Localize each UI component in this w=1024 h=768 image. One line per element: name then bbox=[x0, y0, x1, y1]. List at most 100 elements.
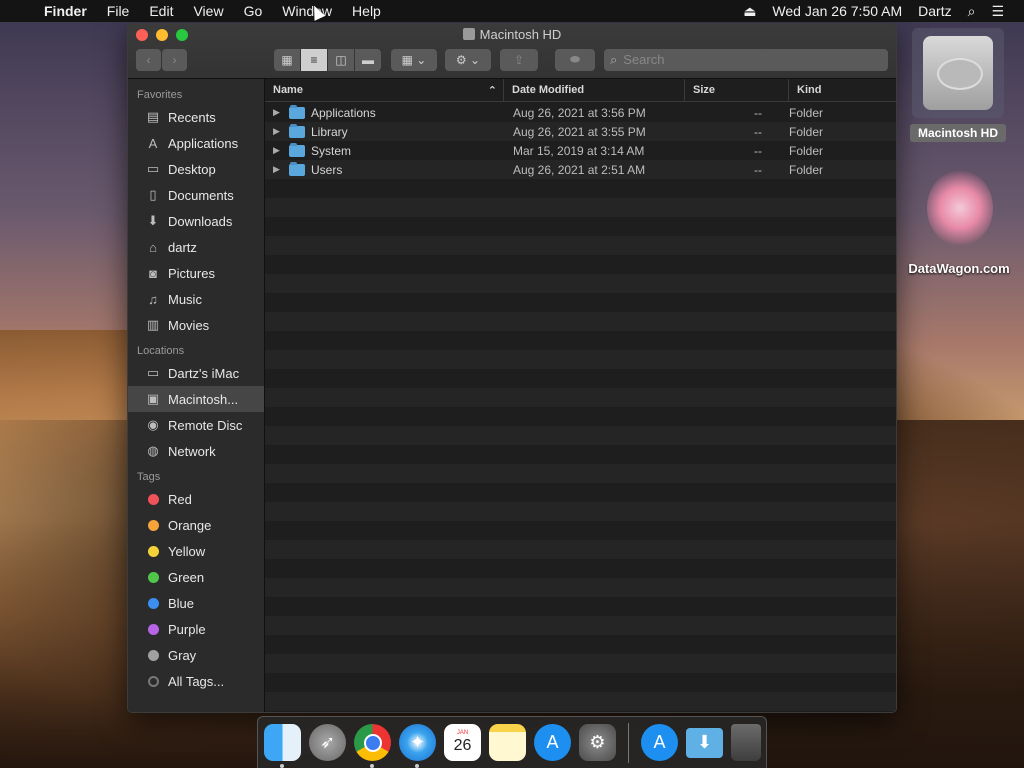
app-store-icon[interactable]: A bbox=[534, 724, 571, 761]
table-row[interactable]: ▶ Users Aug 26, 2021 at 2:51 AM -- Folder bbox=[265, 160, 896, 179]
hard-drive-icon bbox=[462, 28, 475, 40]
forward-button[interactable]: › bbox=[162, 48, 187, 71]
sidebar-item-applications[interactable]: A Applications bbox=[128, 130, 264, 156]
table-row[interactable]: ▶ Applications Aug 26, 2021 at 3:56 PM --… bbox=[265, 103, 896, 122]
menu-help[interactable]: Help bbox=[342, 0, 391, 22]
gallery-view-button[interactable]: ▬ bbox=[355, 48, 381, 71]
sidebar-header-locations: Locations bbox=[137, 345, 185, 357]
sidebar-tag-all[interactable]: All Tags... bbox=[128, 668, 264, 694]
sidebar-item-music[interactable]: ♫ Music bbox=[128, 286, 264, 312]
sidebar-item-pictures[interactable]: ◙ Pictures bbox=[128, 260, 264, 286]
disclosure-triangle-icon[interactable]: ▶ bbox=[273, 126, 283, 137]
film-icon: ▥ bbox=[146, 317, 160, 332]
sidebar-item-desktop[interactable]: ▭ Desktop bbox=[128, 156, 264, 182]
column-header-date[interactable]: Date Modified bbox=[504, 79, 685, 101]
menu-edit[interactable]: Edit bbox=[139, 0, 183, 22]
gallery-icon: ▬ bbox=[362, 52, 374, 67]
camera-icon: ◙ bbox=[149, 265, 157, 281]
row-kind: Folder bbox=[789, 105, 824, 120]
sidebar-item-remote-disc[interactable]: ◉ Remote Disc bbox=[128, 412, 264, 438]
applications-folder-icon[interactable]: A bbox=[641, 724, 678, 761]
search-field[interactable]: ⌕ bbox=[604, 48, 888, 71]
search-input[interactable] bbox=[623, 52, 864, 67]
sidebar-tag-blue[interactable]: Blue bbox=[128, 590, 264, 616]
disclosure-triangle-icon[interactable]: ▶ bbox=[273, 107, 283, 118]
window-title: Macintosh HD bbox=[128, 27, 896, 42]
disclosure-triangle-icon[interactable]: ▶ bbox=[273, 145, 283, 156]
sidebar-tag-red[interactable]: Red bbox=[128, 486, 264, 512]
sidebar-item-downloads[interactable]: ⬇ Downloads bbox=[128, 208, 264, 234]
clock[interactable]: Wed Jan 26 7:50 AM bbox=[764, 3, 910, 19]
disclosure-triangle-icon[interactable]: ▶ bbox=[273, 164, 283, 175]
tags-button[interactable]: ⬬ bbox=[555, 48, 595, 71]
dock: ➶ ✦ JAN 26 A ⚙ A ⬇ bbox=[257, 716, 767, 768]
column-view-button[interactable]: ◫ bbox=[328, 48, 354, 71]
action-menu-button[interactable]: ⚙ ⌄ bbox=[445, 48, 491, 71]
group-by-button[interactable]: ▦ ⌄ bbox=[391, 48, 437, 71]
spotlight-search-icon[interactable]: ⌕ bbox=[960, 3, 984, 20]
sidebar-item-home[interactable]: ⌂ dartz bbox=[128, 234, 264, 260]
sort-chevron-icon: ⌃ bbox=[487, 84, 497, 97]
downloads-folder-icon[interactable]: ⬇ bbox=[686, 727, 723, 758]
running-indicator bbox=[370, 764, 374, 768]
notes-icon[interactable] bbox=[489, 724, 526, 761]
toolbar: ‹ › ▦ ≡ ◫ ▬ ▦ ⌄ ⚙ ⌄ ⇪ ⬬ ⌕ bbox=[136, 48, 888, 71]
disc-icon: ◉ bbox=[147, 417, 159, 432]
menu-window[interactable]: Window bbox=[272, 0, 342, 22]
user-menu[interactable]: Dartz bbox=[910, 3, 959, 19]
list-rows: ▶ Applications Aug 26, 2021 at 3:56 PM --… bbox=[265, 103, 896, 712]
eject-icon[interactable]: ⏏ bbox=[735, 3, 764, 20]
sidebar-tag-gray[interactable]: Gray bbox=[128, 642, 264, 668]
finder-icon[interactable] bbox=[264, 724, 301, 768]
calendar-icon[interactable]: JAN 26 bbox=[444, 724, 481, 761]
sidebar-item-label: All Tags... bbox=[168, 673, 225, 689]
system-preferences-icon[interactable]: ⚙ bbox=[579, 724, 616, 761]
sidebar-item-label: Music bbox=[168, 291, 202, 307]
sidebar-item-macintosh-hd[interactable]: ▣ Macintosh... bbox=[128, 386, 264, 412]
menu-go[interactable]: Go bbox=[234, 0, 273, 22]
folder-icon bbox=[289, 161, 305, 176]
share-button[interactable]: ⇪ bbox=[500, 48, 538, 71]
sidebar-item-network[interactable]: ◍ Network bbox=[128, 438, 264, 464]
safari-icon[interactable]: ✦ bbox=[399, 724, 436, 768]
sidebar-item-movies[interactable]: ▥ Movies bbox=[128, 312, 264, 338]
datawagon-label[interactable]: DataWagon.com bbox=[900, 261, 1018, 276]
folder-icon bbox=[289, 104, 305, 119]
list-view-button[interactable]: ≡ bbox=[301, 48, 327, 71]
row-kind: Folder bbox=[789, 124, 824, 139]
chrome-icon[interactable] bbox=[354, 724, 391, 768]
chevron-right-icon: › bbox=[172, 52, 177, 67]
trash-icon[interactable] bbox=[731, 724, 761, 761]
sidebar-tag-green[interactable]: Green bbox=[128, 564, 264, 590]
desktop-macintosh-hd[interactable] bbox=[912, 28, 1004, 118]
menu-view[interactable]: View bbox=[183, 0, 233, 22]
table-row[interactable]: ▶ System Mar 15, 2019 at 3:14 AM -- Folde… bbox=[265, 141, 896, 160]
menu-file[interactable]: File bbox=[97, 0, 140, 22]
column-header-kind[interactable]: Kind bbox=[789, 79, 896, 101]
sidebar-item-recents[interactable]: ▤ Recents bbox=[128, 104, 264, 130]
row-date: Aug 26, 2021 at 3:56 PM bbox=[513, 105, 646, 120]
sidebar-item-label: Remote Disc bbox=[168, 417, 243, 433]
notification-center-icon[interactable]: ☰ bbox=[983, 3, 1012, 20]
icon-view-button[interactable]: ▦ bbox=[274, 48, 300, 71]
launchpad-icon[interactable]: ➶ bbox=[309, 724, 346, 761]
menu-app-finder[interactable]: Finder bbox=[40, 0, 97, 22]
window-titlebar[interactable]: Macintosh HD ‹ › ▦ ≡ ◫ ▬ ▦ ⌄ ⚙ ⌄ ⇪ ⬬ ⌕ bbox=[128, 24, 896, 79]
desktop-macintosh-hd-label[interactable]: Macintosh HD bbox=[910, 124, 1006, 142]
sidebar-tag-yellow[interactable]: Yellow bbox=[128, 538, 264, 564]
column-header-name[interactable]: Name ⌃ bbox=[265, 79, 504, 101]
datawagon-logo-icon[interactable] bbox=[927, 170, 993, 246]
chevron-left-icon: ‹ bbox=[146, 52, 151, 67]
sidebar-tag-purple[interactable]: Purple bbox=[128, 616, 264, 642]
home-icon: ⌂ bbox=[149, 239, 157, 255]
sidebar-tag-orange[interactable]: Orange bbox=[128, 512, 264, 538]
table-row[interactable]: ▶ Library Aug 26, 2021 at 3:55 PM -- Fold… bbox=[265, 122, 896, 141]
column-header-size[interactable]: Size bbox=[685, 79, 789, 101]
row-size: -- bbox=[754, 105, 762, 120]
back-button[interactable]: ‹ bbox=[136, 48, 161, 71]
sidebar-item-documents[interactable]: ▯ Documents bbox=[128, 182, 264, 208]
sidebar-item-label: dartz bbox=[168, 239, 197, 255]
view-mode-selector: ▦ ≡ ◫ ▬ bbox=[274, 48, 381, 71]
hard-drive-icon: ▣ bbox=[146, 391, 160, 406]
sidebar-item-imac[interactable]: ▭ Dartz's iMac bbox=[128, 360, 264, 386]
